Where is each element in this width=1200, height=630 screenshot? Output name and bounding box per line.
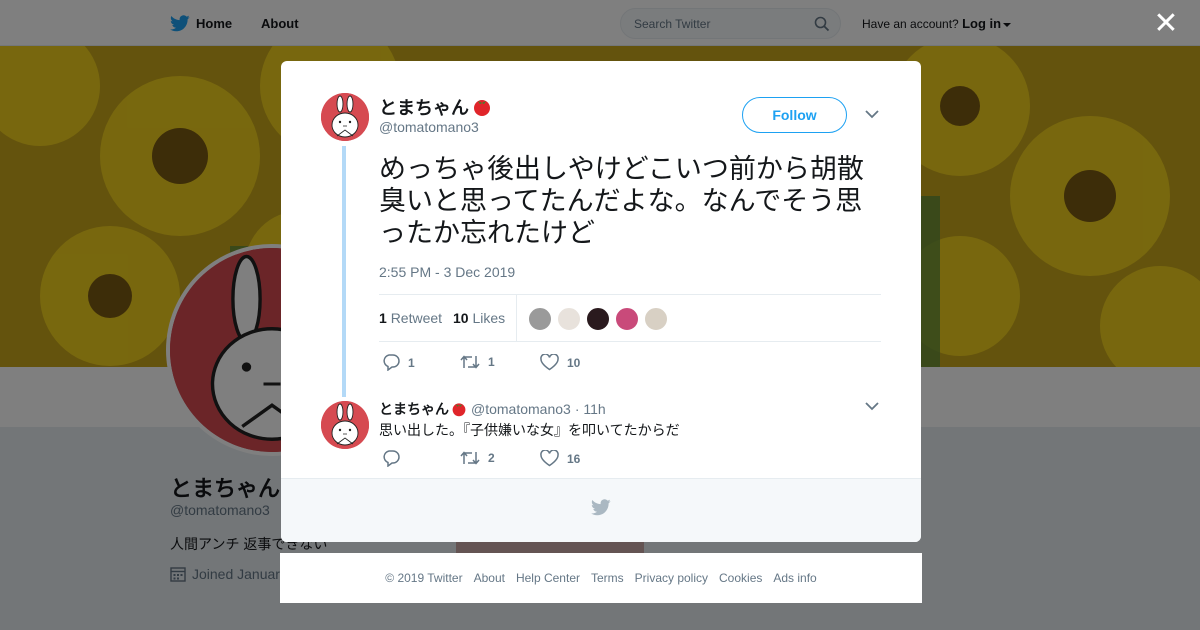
retweet-icon xyxy=(460,451,480,465)
chevron-down-icon[interactable] xyxy=(865,109,879,119)
like-button[interactable]: 10 xyxy=(540,354,580,371)
tomato-emoji-icon xyxy=(452,403,466,417)
reply-count: 1 xyxy=(408,355,415,370)
reply-icon xyxy=(383,354,400,371)
footer-link-cookies[interactable]: Cookies xyxy=(719,571,762,585)
likes-stat[interactable]: 10 Likes xyxy=(453,310,505,326)
heart-icon xyxy=(540,354,559,371)
footer-link-help-center[interactable]: Help Center xyxy=(516,571,580,585)
rabbit-avatar-icon xyxy=(321,401,369,449)
heart-icon xyxy=(540,450,559,467)
tweet-modal: とまちゃん @tomatomano3 Follow めっちゃ後出しやけどこいつ前… xyxy=(281,61,921,542)
page-footer: © 2019 Twitter About Help Center Terms P… xyxy=(280,553,922,603)
rabbit-avatar-icon xyxy=(321,93,369,141)
reply-author-handle[interactable]: @tomatomano3 xyxy=(471,401,571,417)
footer-copyright: © 2019 Twitter xyxy=(385,571,463,585)
tweet-text: めっちゃ後出しやけどこいつ前から胡散臭いと思ってたんだよな。なんでそう思ったか忘… xyxy=(379,154,864,248)
reply-text: 思い出した。『子供嫌いな女』を叩いてたからだ xyxy=(379,422,680,438)
liker-avatar[interactable] xyxy=(586,307,610,331)
reply-author-avatar[interactable] xyxy=(321,401,369,449)
tweet-stats: 1 Retweet 10 Likes xyxy=(379,294,881,342)
close-icon[interactable]: ✕ xyxy=(1152,9,1180,39)
tomato-emoji-icon xyxy=(474,100,490,116)
reply-time[interactable]: · 11h xyxy=(575,401,606,417)
retweet-button[interactable]: 2 xyxy=(460,450,495,466)
follow-button[interactable]: Follow xyxy=(742,97,847,133)
reply-button[interactable] xyxy=(382,450,408,467)
reply-button[interactable]: 1 xyxy=(382,354,415,371)
author-name-text: とまちゃん xyxy=(379,98,469,118)
author-name[interactable]: とまちゃん xyxy=(379,94,492,120)
retweet-label: Retweet xyxy=(390,310,443,326)
retweet-stat[interactable]: 1 Retweet xyxy=(379,310,442,326)
reply-author-name[interactable]: とまちゃん xyxy=(379,399,449,419)
likes-label: Likes xyxy=(472,310,506,326)
reply-icon xyxy=(383,450,400,467)
stats-divider xyxy=(516,295,517,342)
footer-link-ads-info[interactable]: Ads info xyxy=(773,571,816,585)
footer-link-terms[interactable]: Terms xyxy=(591,571,624,585)
footer-link-about[interactable]: About xyxy=(474,571,505,585)
footer-link-privacy[interactable]: Privacy policy xyxy=(635,571,708,585)
liker-avatars xyxy=(528,307,668,331)
modal-footer xyxy=(281,478,921,542)
like-action-count: 10 xyxy=(567,355,581,370)
like-button[interactable]: 16 xyxy=(540,450,580,467)
liker-avatar[interactable] xyxy=(644,307,668,331)
reply-retweet-count: 2 xyxy=(488,451,495,465)
retweet-count: 1 xyxy=(379,310,387,326)
author-handle[interactable]: @tomatomano3 xyxy=(379,119,479,135)
liker-avatar[interactable] xyxy=(615,307,639,331)
retweet-button[interactable]: 1 xyxy=(460,354,495,370)
chevron-down-icon[interactable] xyxy=(865,401,879,411)
retweet-icon xyxy=(460,355,480,369)
author-avatar[interactable] xyxy=(321,93,369,141)
reply-like-count: 16 xyxy=(567,451,581,466)
reply-header: とまちゃん @tomatomano3 · 11h xyxy=(379,399,606,419)
liker-avatar[interactable] xyxy=(557,307,581,331)
thread-connector-line xyxy=(342,146,346,397)
retweet-action-count: 1 xyxy=(488,355,495,369)
liker-avatar[interactable] xyxy=(528,307,552,331)
twitter-bird-icon xyxy=(591,499,611,516)
like-count: 10 xyxy=(453,310,469,326)
tweet-timestamp[interactable]: 2:55 PM - 3 Dec 2019 xyxy=(379,264,515,280)
